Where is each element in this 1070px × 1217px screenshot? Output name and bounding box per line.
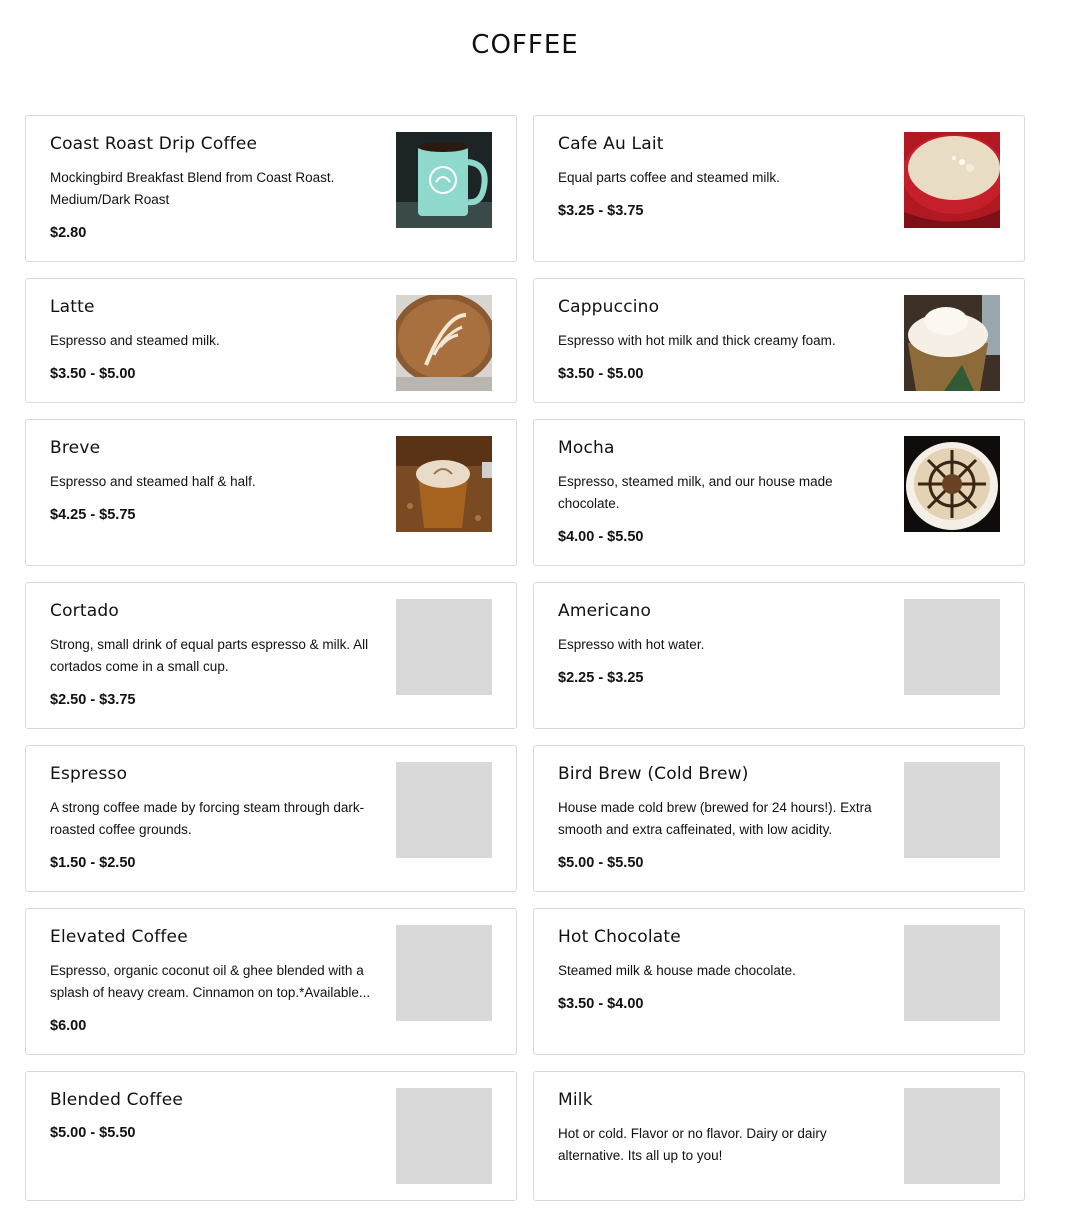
item-name: Elevated Coffee — [50, 927, 188, 947]
image-placeholder — [396, 1088, 492, 1184]
item-name: Breve — [50, 438, 101, 458]
item-description: Hot or cold. Flavor or no flavor. Dairy … — [558, 1126, 827, 1163]
menu-row: Coast Roast Drip Coffee Mockingbird Brea… — [25, 115, 1025, 262]
item-name: Mocha — [558, 438, 615, 458]
item-name: Cortado — [50, 601, 119, 621]
item-price: $2.25 - $3.25 — [558, 670, 644, 686]
item-price: $6.00 — [50, 1018, 87, 1034]
menu-item-card[interactable]: Latte Espresso and steamed milk. $3.50 -… — [25, 278, 517, 403]
image-placeholder — [904, 925, 1000, 1021]
menu-item-card[interactable]: Blended Coffee $5.00 - $5.50 — [25, 1071, 517, 1201]
menu-item-card[interactable]: Bird Brew (Cold Brew) House made cold br… — [533, 745, 1025, 892]
item-description: Espresso and steamed milk. — [50, 333, 220, 348]
menu-item-card[interactable]: Milk Hot or cold. Flavor or no flavor. D… — [533, 1071, 1025, 1201]
item-price: $1.50 - $2.50 — [50, 855, 136, 871]
item-photo — [396, 132, 492, 228]
item-price: $2.80 — [50, 225, 87, 241]
item-price: $3.50 - $5.00 — [50, 366, 136, 382]
menu-item-card[interactable]: Espresso A strong coffee made by forcing… — [25, 745, 517, 892]
item-name: Latte — [50, 297, 95, 317]
item-price: $3.50 - $5.00 — [558, 366, 644, 382]
item-description: Strong, small drink of equal parts espre… — [50, 637, 369, 674]
item-name: Bird Brew (Cold Brew) — [558, 764, 749, 784]
menu-item-card[interactable]: Coast Roast Drip Coffee Mockingbird Brea… — [25, 115, 517, 262]
image-placeholder — [396, 925, 492, 1021]
item-description: Equal parts coffee and steamed milk. — [558, 170, 780, 185]
item-name: Milk — [558, 1090, 593, 1110]
item-name: Cappuccino — [558, 297, 660, 317]
item-name: Cafe Au Lait — [558, 134, 664, 154]
menu-item-card[interactable]: Cafe Au Lait Equal parts coffee and stea… — [533, 115, 1025, 262]
image-placeholder — [904, 762, 1000, 858]
menu-row: Breve Espresso and steamed half & half. … — [25, 419, 1025, 566]
page-title: COFFEE — [471, 30, 579, 60]
item-name: Hot Chocolate — [558, 927, 681, 947]
item-description: A strong coffee made by forcing steam th… — [50, 800, 365, 837]
item-price: $4.25 - $5.75 — [50, 507, 136, 523]
menu-item-card[interactable]: Mocha Espresso, steamed milk, and our ho… — [533, 419, 1025, 566]
menu-item-card[interactable]: Hot Chocolate Steamed milk & house made … — [533, 908, 1025, 1055]
image-placeholder — [396, 762, 492, 858]
menu-item-card[interactable]: Breve Espresso and steamed half & half. … — [25, 419, 517, 566]
item-description: House made cold brew (brewed for 24 hour… — [558, 800, 872, 837]
item-price: $3.50 - $4.00 — [558, 996, 644, 1012]
item-description: Espresso, organic coconut oil & ghee ble… — [50, 963, 371, 1000]
image-placeholder — [396, 599, 492, 695]
item-photo — [904, 132, 1000, 228]
item-name: Coast Roast Drip Coffee — [50, 134, 258, 154]
item-photo — [904, 436, 1000, 532]
item-name: Espresso — [50, 764, 128, 784]
item-description: Espresso and steamed half & half. — [50, 474, 256, 489]
menu-item-card[interactable]: Cappuccino Espresso with hot milk and th… — [533, 278, 1025, 403]
item-price: $4.00 - $5.50 — [558, 529, 644, 545]
item-price: $5.00 - $5.50 — [50, 1125, 136, 1141]
item-description: Espresso with hot milk and thick creamy … — [558, 333, 836, 348]
item-name: Blended Coffee — [50, 1090, 184, 1110]
menu-item-card[interactable]: Cortado Strong, small drink of equal par… — [25, 582, 517, 729]
menu-grid: Coast Roast Drip Coffee Mockingbird Brea… — [25, 115, 1025, 1217]
item-price: $2.50 - $3.75 — [50, 692, 136, 708]
item-photo — [904, 295, 1000, 391]
item-price: $5.00 - $5.50 — [558, 855, 644, 871]
menu-row: Latte Espresso and steamed milk. $3.50 -… — [25, 278, 1025, 403]
menu-row: Blended Coffee $5.00 - $5.50 Milk Hot or… — [25, 1071, 1025, 1201]
menu-row: Elevated Coffee Espresso, organic coconu… — [25, 908, 1025, 1055]
item-description: Espresso, steamed milk, and our house ma… — [558, 474, 833, 511]
menu-row: Espresso A strong coffee made by forcing… — [25, 745, 1025, 892]
menu-item-card[interactable]: Elevated Coffee Espresso, organic coconu… — [25, 908, 517, 1055]
menu-item-card[interactable]: Americano Espresso with hot water. $2.25… — [533, 582, 1025, 729]
image-placeholder — [904, 599, 1000, 695]
item-photo — [396, 295, 492, 391]
image-placeholder — [904, 1088, 1000, 1184]
item-price: $3.25 - $3.75 — [558, 203, 644, 219]
item-description: Mockingbird Breakfast Blend from Coast R… — [50, 170, 335, 207]
item-photo — [396, 436, 492, 532]
item-name: Americano — [558, 601, 652, 621]
menu-row: Cortado Strong, small drink of equal par… — [25, 582, 1025, 729]
item-description: Espresso with hot water. — [558, 637, 705, 652]
item-description: Steamed milk & house made chocolate. — [558, 963, 796, 978]
